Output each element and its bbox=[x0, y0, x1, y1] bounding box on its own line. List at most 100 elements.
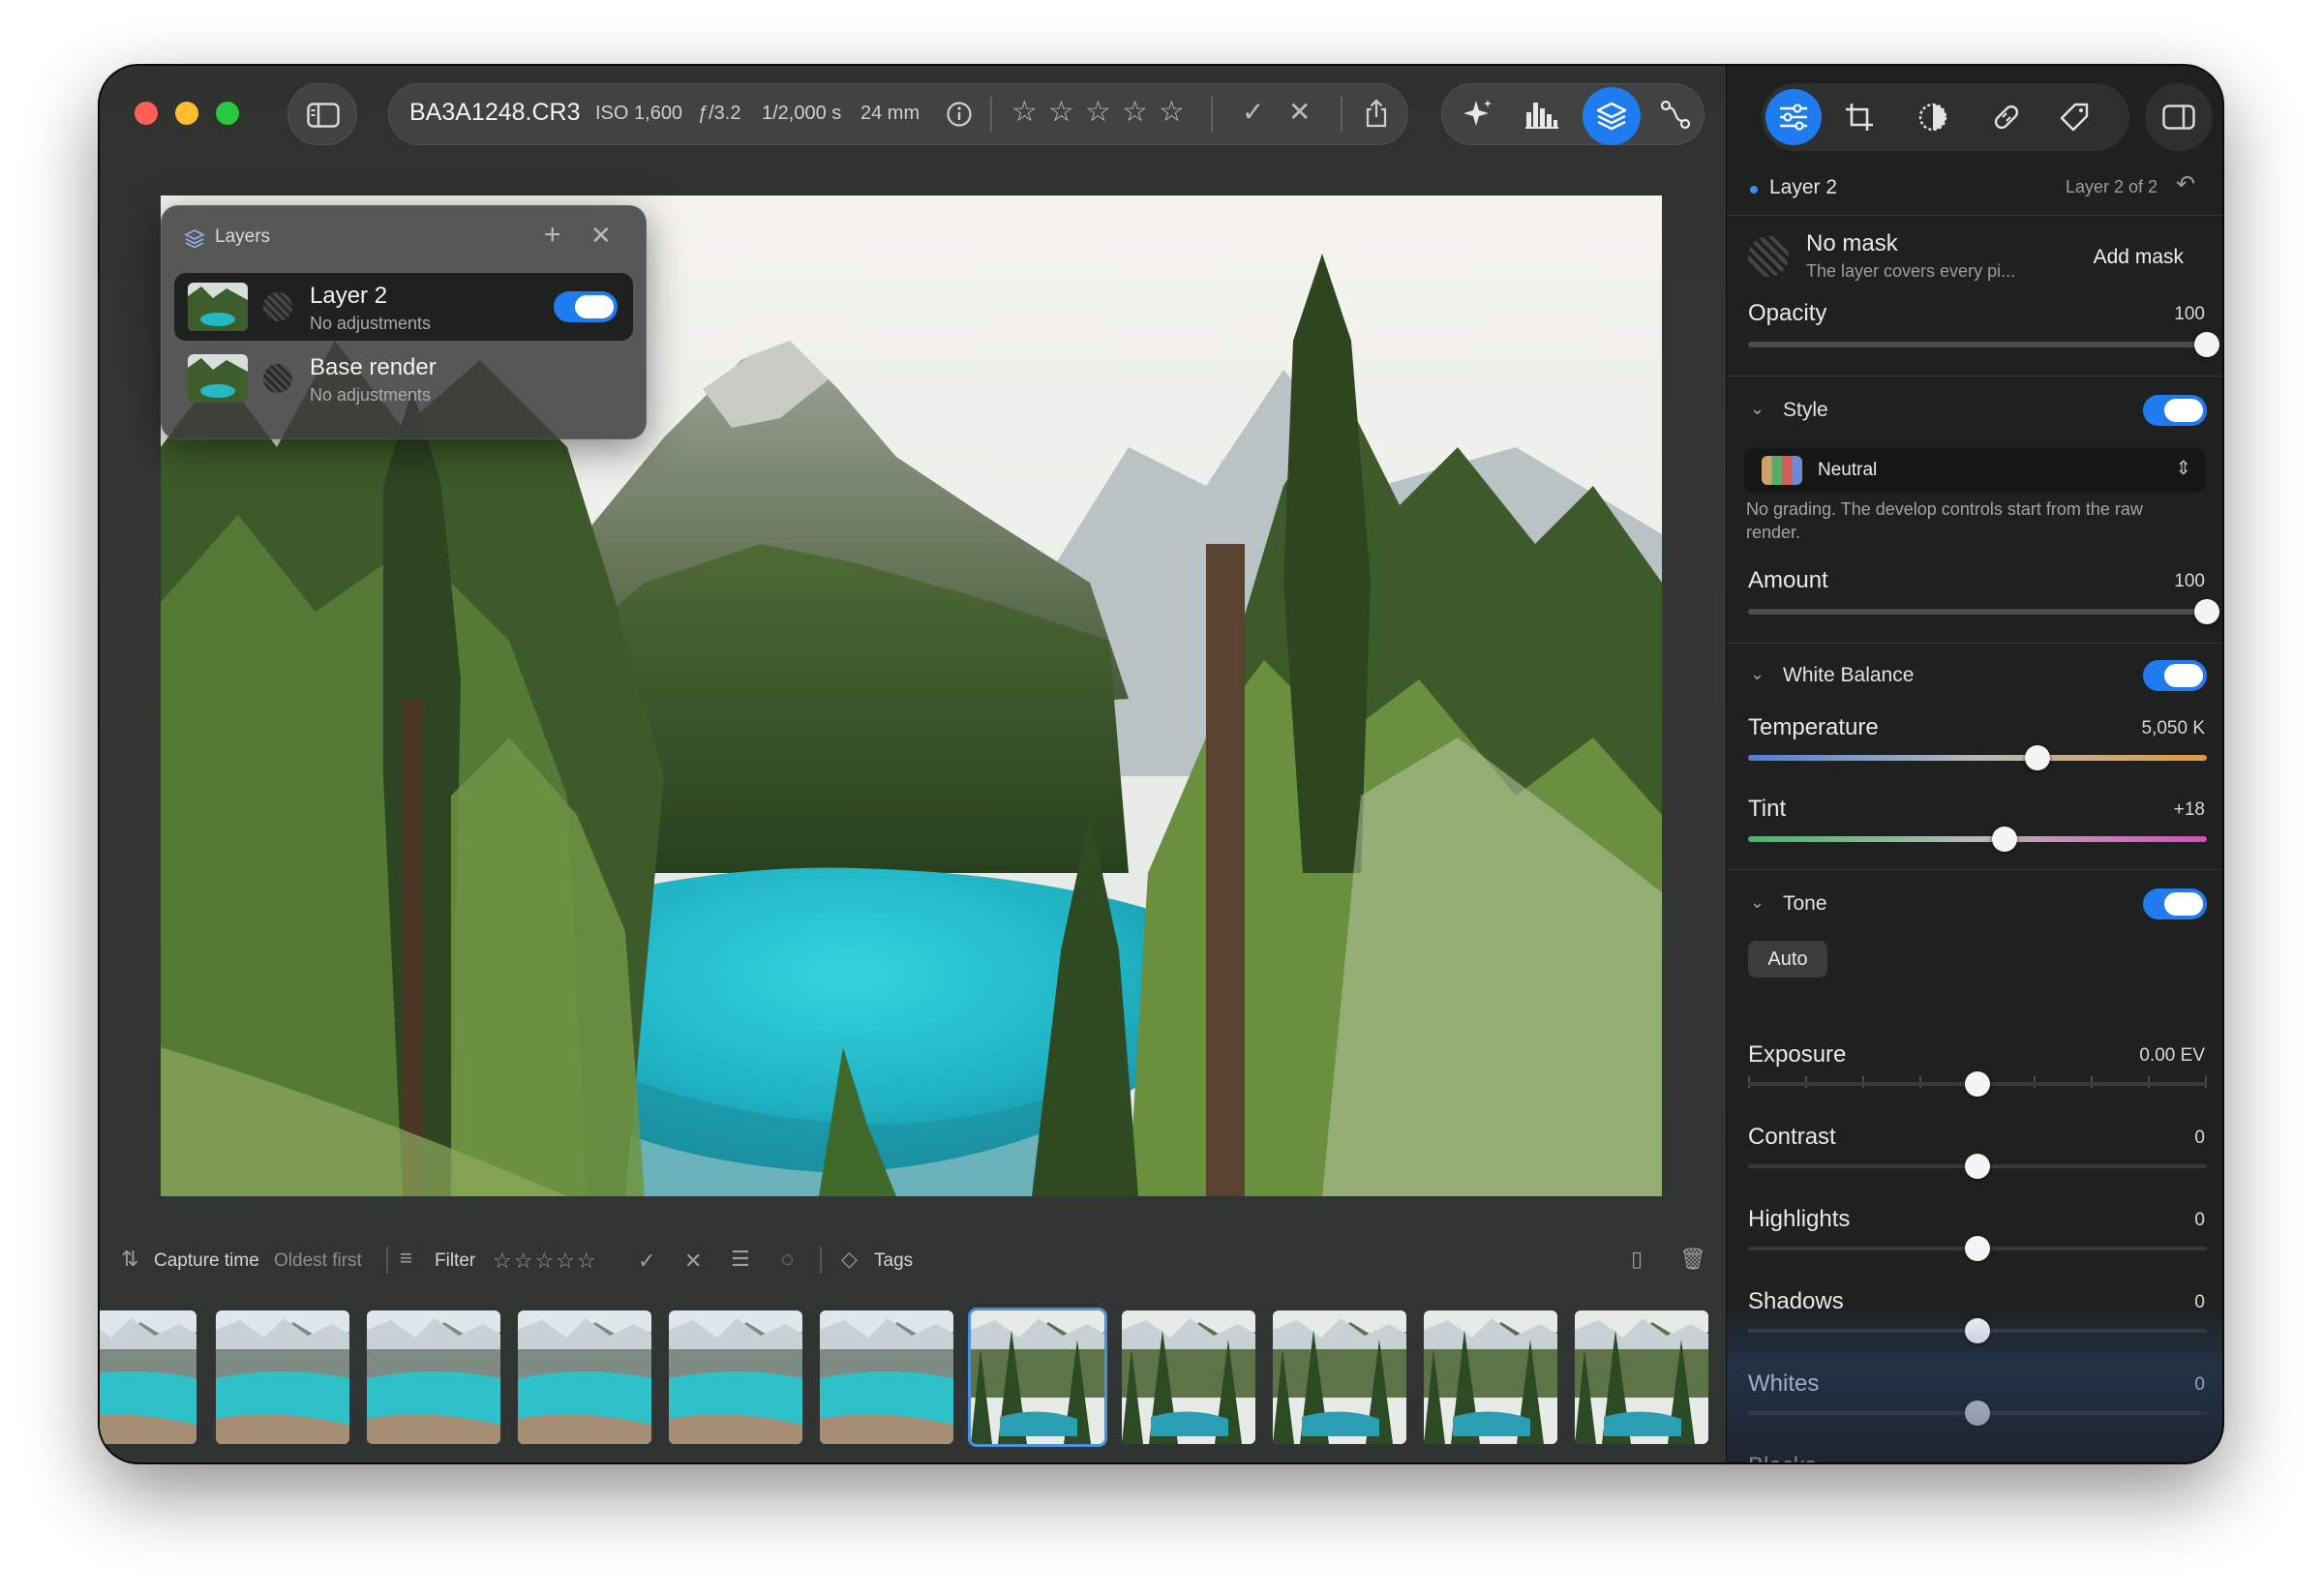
layer-row-base-render[interactable]: Base render No adjustments bbox=[174, 345, 633, 412]
rating-star-3-icon[interactable]: ☆ bbox=[1085, 95, 1111, 129]
tab-heal[interactable] bbox=[1978, 89, 2035, 145]
add-mask-button[interactable]: Add mask bbox=[2094, 246, 2184, 269]
minimize-window-button[interactable] bbox=[175, 102, 198, 125]
filter-reject-x-icon[interactable]: ✕ bbox=[684, 1249, 702, 1274]
filmstrip-thumbnail[interactable] bbox=[1122, 1310, 1255, 1444]
reject-x-icon[interactable]: ✕ bbox=[1288, 96, 1311, 128]
tab-crop[interactable] bbox=[1831, 89, 1887, 145]
style-section-title[interactable]: Style bbox=[1783, 399, 1828, 422]
shadows-label: Shadows bbox=[1748, 1288, 1844, 1314]
white-balance-section-title[interactable]: White Balance bbox=[1783, 664, 1914, 687]
filmstrip-thumbnail[interactable] bbox=[216, 1310, 349, 1444]
sort-icon[interactable]: ⇅ bbox=[121, 1247, 138, 1272]
temperature-slider-thumb[interactable] bbox=[2024, 745, 2050, 770]
filter-circle-icon[interactable]: ◌ bbox=[781, 1247, 794, 1272]
share-icon[interactable] bbox=[1364, 99, 1389, 128]
tone-toggle[interactable] bbox=[2143, 888, 2207, 919]
tint-slider-thumb[interactable] bbox=[1992, 827, 2018, 852]
highlights-slider-thumb[interactable] bbox=[1965, 1236, 1990, 1261]
rating-star-2-icon[interactable]: ☆ bbox=[1048, 95, 1074, 129]
auto-tone-button[interactable]: Auto bbox=[1748, 941, 1827, 978]
opacity-slider-thumb[interactable] bbox=[2194, 332, 2219, 357]
opacity-slider-track[interactable] bbox=[1748, 342, 2207, 347]
mask-subtitle: The layer covers every pi... bbox=[1806, 261, 2016, 281]
tone-chevron-down-icon[interactable]: ⌄ bbox=[1750, 892, 1765, 913]
filmstrip-thumbnail[interactable] bbox=[669, 1310, 802, 1444]
trash-icon[interactable]: 🗑︎ bbox=[1679, 1247, 1706, 1272]
shutter-value: 1/2,000 s bbox=[762, 103, 842, 124]
filmstrip-thumbnail[interactable] bbox=[1575, 1310, 1708, 1444]
undo-icon[interactable]: ↶ bbox=[2176, 170, 2195, 198]
style-toggle[interactable] bbox=[2143, 395, 2207, 426]
close-icon[interactable]: ✕ bbox=[590, 221, 612, 251]
layer-visibility-toggle[interactable] bbox=[554, 291, 618, 322]
style-chevron-down-icon[interactable]: ⌄ bbox=[1750, 399, 1765, 419]
tags-label[interactable]: Tags bbox=[874, 1250, 913, 1272]
layers-icon bbox=[1596, 102, 1627, 131]
tint-slider-track[interactable] bbox=[1748, 836, 2207, 842]
exposure-slider-thumb[interactable] bbox=[1965, 1071, 1990, 1097]
document-icon[interactable]: ▯ bbox=[1631, 1247, 1643, 1272]
zoom-window-button[interactable] bbox=[216, 102, 239, 125]
tone-section-title[interactable]: Tone bbox=[1783, 892, 1827, 916]
tab-tags[interactable] bbox=[2046, 89, 2102, 145]
filter-label[interactable]: Filter bbox=[435, 1250, 475, 1272]
filmstrip-thumbnail[interactable] bbox=[971, 1310, 1104, 1444]
filter-icon[interactable]: ≡ bbox=[400, 1246, 412, 1271]
layer-count: Layer 2 of 2 bbox=[2065, 177, 2157, 196]
tint-value: +18 bbox=[2173, 799, 2205, 820]
iso-value: ISO 1,600 bbox=[595, 103, 683, 124]
layers-tool-button[interactable] bbox=[1583, 87, 1641, 145]
sparkle-icon[interactable] bbox=[1461, 97, 1495, 132]
rating-star-4-icon[interactable]: ☆ bbox=[1122, 95, 1148, 129]
inspector-toggle-button[interactable] bbox=[2145, 83, 2213, 151]
pick-check-icon[interactable]: ✓ bbox=[1242, 96, 1264, 128]
amount-slider-track[interactable] bbox=[1748, 609, 2207, 615]
file-name: BA3A1248.CR3 bbox=[409, 99, 581, 126]
shadows-slider-thumb[interactable] bbox=[1965, 1318, 1990, 1343]
contrast-slider-thumb[interactable] bbox=[1965, 1154, 1990, 1179]
whites-slider-thumb[interactable] bbox=[1965, 1400, 1990, 1426]
tab-mask[interactable] bbox=[1905, 89, 1961, 145]
rating-star-1-icon[interactable]: ☆ bbox=[1011, 95, 1038, 129]
tab-adjustments[interactable] bbox=[1765, 89, 1822, 145]
style-description: No grading. The develop controls start f… bbox=[1746, 499, 2143, 542]
amount-label: Amount bbox=[1748, 567, 1828, 593]
sort-field[interactable]: Capture time bbox=[154, 1250, 259, 1272]
opacity-value: 100 bbox=[2174, 304, 2205, 324]
filmstrip-thumbnail[interactable] bbox=[820, 1310, 953, 1444]
amount-slider-thumb[interactable] bbox=[2194, 599, 2219, 624]
blacks-value: 0 bbox=[2089, 1457, 2205, 1462]
temperature-slider-track[interactable] bbox=[1748, 755, 2207, 761]
whites-value: 0 bbox=[2194, 1374, 2205, 1395]
filter-rating-stars-icon[interactable]: ☆☆☆☆☆ bbox=[493, 1249, 598, 1274]
layers-popover: Layers + ✕ Layer 2 No adjustments Base r… bbox=[161, 205, 647, 439]
histogram-icon[interactable] bbox=[1524, 99, 1559, 130]
style-select[interactable]: Neutral ⇕ bbox=[1744, 448, 2205, 493]
blacks-label: Blacks bbox=[1748, 1453, 1817, 1462]
mask-icon bbox=[1918, 103, 1947, 132]
toolbar-divider bbox=[1211, 97, 1213, 132]
white-balance-toggle[interactable] bbox=[2143, 660, 2207, 691]
opacity-label: Opacity bbox=[1748, 300, 1827, 326]
white-balance-chevron-down-icon[interactable]: ⌄ bbox=[1750, 664, 1765, 684]
info-icon[interactable] bbox=[946, 101, 973, 128]
sidebar-toggle-button[interactable] bbox=[287, 83, 357, 145]
filmstrip-thumbnail[interactable] bbox=[100, 1310, 196, 1444]
filmstrip-thumbnail[interactable] bbox=[1273, 1310, 1406, 1444]
filmstrip-thumbnail[interactable] bbox=[367, 1310, 500, 1444]
layer-row-layer-2[interactable]: Layer 2 No adjustments bbox=[174, 273, 633, 341]
filter-adjusted-icon[interactable]: ☰ bbox=[731, 1247, 750, 1272]
toolbar-divider bbox=[990, 97, 992, 132]
sort-order[interactable]: Oldest first bbox=[274, 1250, 362, 1272]
close-window-button[interactable] bbox=[135, 102, 158, 125]
tag-icon[interactable]: ◇ bbox=[841, 1247, 858, 1272]
layer-name: Layer 2 bbox=[310, 283, 388, 309]
add-layer-icon[interactable]: + bbox=[544, 219, 561, 252]
filter-pick-check-icon[interactable]: ✓ bbox=[638, 1249, 655, 1274]
curve-icon[interactable] bbox=[1660, 99, 1691, 130]
filmstrip-thumbnail[interactable] bbox=[1424, 1310, 1557, 1444]
rating-star-5-icon[interactable]: ☆ bbox=[1159, 95, 1185, 129]
focal-length-value: 24 mm bbox=[860, 103, 920, 124]
filmstrip-thumbnail[interactable] bbox=[518, 1310, 651, 1444]
